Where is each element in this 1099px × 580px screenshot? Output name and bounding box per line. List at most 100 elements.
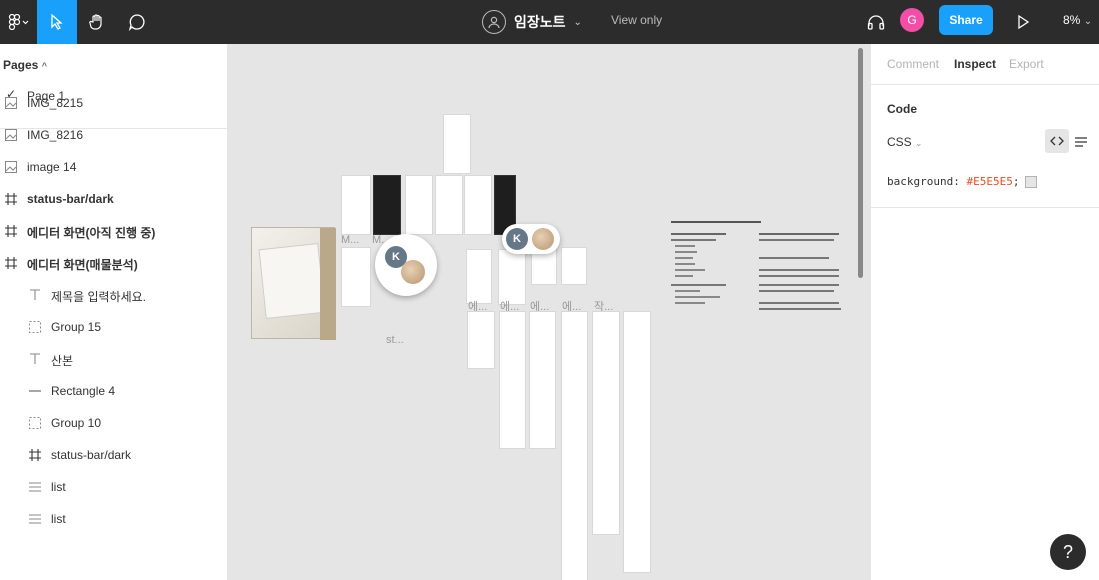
- rectangle-icon: [29, 385, 41, 397]
- image-icon: [5, 97, 17, 109]
- screen-frame[interactable]: [561, 311, 588, 580]
- collaborator-photo: [532, 228, 554, 250]
- screen-frame[interactable]: [443, 114, 471, 174]
- layer-item[interactable]: 에디터 화면(매물분석): [0, 251, 227, 275]
- layer-label: Group 15: [51, 320, 102, 334]
- text-notes: [671, 221, 846, 316]
- screen-frame[interactable]: [464, 175, 492, 235]
- comment-tool-icon[interactable]: [117, 0, 157, 44]
- inspect-panel: Comment Inspect Export Code CSS ⌄ backgr…: [870, 44, 1099, 580]
- code-brackets-icon: [1050, 136, 1064, 146]
- layer-item[interactable]: image 14: [0, 155, 227, 179]
- list-view-icon[interactable]: [1075, 134, 1087, 152]
- screen-frame-dark[interactable]: [373, 175, 401, 235]
- screen-frame[interactable]: [466, 249, 492, 304]
- layer-item[interactable]: list: [0, 475, 227, 499]
- css-code-line[interactable]: background: #E5E5E5;: [887, 175, 1038, 188]
- zoom-level[interactable]: 8% ⌄: [1063, 13, 1092, 27]
- image-icon: [5, 129, 17, 141]
- layer-item[interactable]: Rectangle 4: [0, 379, 227, 403]
- share-button[interactable]: Share: [939, 5, 993, 35]
- layer-item[interactable]: Group 15: [0, 315, 227, 339]
- screen-frame[interactable]: [405, 175, 433, 235]
- paper-image: [258, 243, 326, 319]
- table-edge: [320, 228, 336, 340]
- screen-frame[interactable]: [498, 249, 526, 305]
- help-button[interactable]: ?: [1050, 534, 1086, 570]
- collaborator-avatar: K: [506, 228, 528, 250]
- frame-icon: [5, 193, 17, 205]
- present-play-icon[interactable]: [1010, 0, 1036, 44]
- screen-frame[interactable]: [592, 311, 620, 535]
- text-icon: [29, 353, 41, 365]
- layer-label: image 14: [27, 160, 77, 174]
- tab-comment[interactable]: Comment: [887, 57, 939, 71]
- layer-item[interactable]: 산본: [0, 347, 227, 371]
- layer-item[interactable]: Group 10: [0, 411, 227, 435]
- css-semicolon: ;: [1012, 175, 1020, 188]
- headphones-icon[interactable]: [862, 0, 890, 44]
- layer-item[interactable]: status-bar/dark: [0, 443, 227, 467]
- frame-icon: [29, 449, 41, 461]
- layer-item[interactable]: list: [0, 507, 227, 531]
- canvas-scrollbar[interactable]: [858, 48, 863, 278]
- chevron-down-icon: ⌄: [1083, 16, 1093, 27]
- screen-frame[interactable]: [467, 311, 495, 369]
- layer-label: status-bar/dark: [51, 448, 132, 462]
- screen-frame[interactable]: [499, 311, 526, 449]
- screen-frame[interactable]: [561, 247, 587, 285]
- collaborator-cursor: K: [375, 234, 437, 296]
- layer-label: status-bar/dark: [27, 192, 114, 206]
- frame-icon: [5, 257, 17, 269]
- collaborator-photo: [401, 260, 425, 284]
- layer-item[interactable]: 제목을 입력하세요.: [0, 283, 227, 307]
- chevron-down-icon: ⌄: [573, 16, 582, 28]
- screen-frame[interactable]: [341, 247, 371, 307]
- code-view-toggle[interactable]: [1045, 129, 1069, 153]
- panel-divider: [871, 84, 1099, 85]
- layer-label: list: [51, 512, 66, 526]
- file-title[interactable]: 임장노트 ⌄: [482, 0, 582, 44]
- layer-item[interactable]: IMG_8216: [0, 123, 227, 147]
- text-icon: [29, 289, 41, 301]
- language-select[interactable]: CSS ⌄: [887, 135, 923, 149]
- layer-label: Rectangle 4: [51, 384, 116, 398]
- tab-inspect[interactable]: Inspect: [954, 57, 996, 71]
- screen-frame[interactable]: [529, 311, 556, 449]
- code-heading: Code: [887, 102, 917, 116]
- hand-tool-icon[interactable]: [77, 0, 117, 44]
- design-canvas[interactable]: M... M... st... K K 에... 에... 에... 에... …: [228, 44, 870, 580]
- layer-item[interactable]: IMG_8215: [0, 91, 227, 115]
- frame-label: M...: [341, 234, 360, 246]
- pages-heading[interactable]: Pages ^: [3, 58, 47, 72]
- tab-export[interactable]: Export: [1009, 57, 1044, 71]
- user-avatar[interactable]: G: [900, 8, 924, 32]
- group-icon: [29, 321, 41, 333]
- screen-frame[interactable]: [341, 175, 371, 235]
- zoom-value: 8%: [1063, 13, 1081, 27]
- layer-label: list: [51, 480, 66, 494]
- move-tool-icon[interactable]: [37, 0, 77, 44]
- team-avatar-icon: [482, 10, 506, 34]
- layer-label: 에디터 화면(매물분석): [27, 258, 138, 272]
- layer-label: IMG_8215: [27, 96, 84, 110]
- chevron-down-icon: ⌄: [915, 138, 923, 148]
- screen-frame[interactable]: [435, 175, 463, 235]
- frame-icon: [5, 225, 17, 237]
- image-icon: [5, 161, 17, 173]
- figma-menu-icon[interactable]: [0, 0, 36, 44]
- collaborator-cursor: K: [502, 224, 560, 254]
- screen-frame[interactable]: [623, 311, 651, 573]
- layer-item[interactable]: status-bar/dark: [0, 187, 227, 211]
- language-value: CSS: [887, 135, 912, 149]
- layer-label: 에디터 화면(아직 진행 중): [27, 226, 156, 240]
- panel-divider: [871, 207, 1099, 208]
- layer-item[interactable]: 에디터 화면(아직 진행 중): [0, 219, 227, 243]
- photo-image[interactable]: [251, 227, 336, 340]
- file-name: 임장노트: [514, 14, 566, 30]
- view-only-label: View only: [611, 13, 663, 27]
- css-value: #E5E5E5: [966, 175, 1013, 188]
- group-icon: [29, 417, 41, 429]
- layers-panel: Pages ^ ✓ Page 1 IMG_8215 IMG_8216 image 1…: [0, 44, 228, 580]
- frame-label: st...: [386, 334, 404, 346]
